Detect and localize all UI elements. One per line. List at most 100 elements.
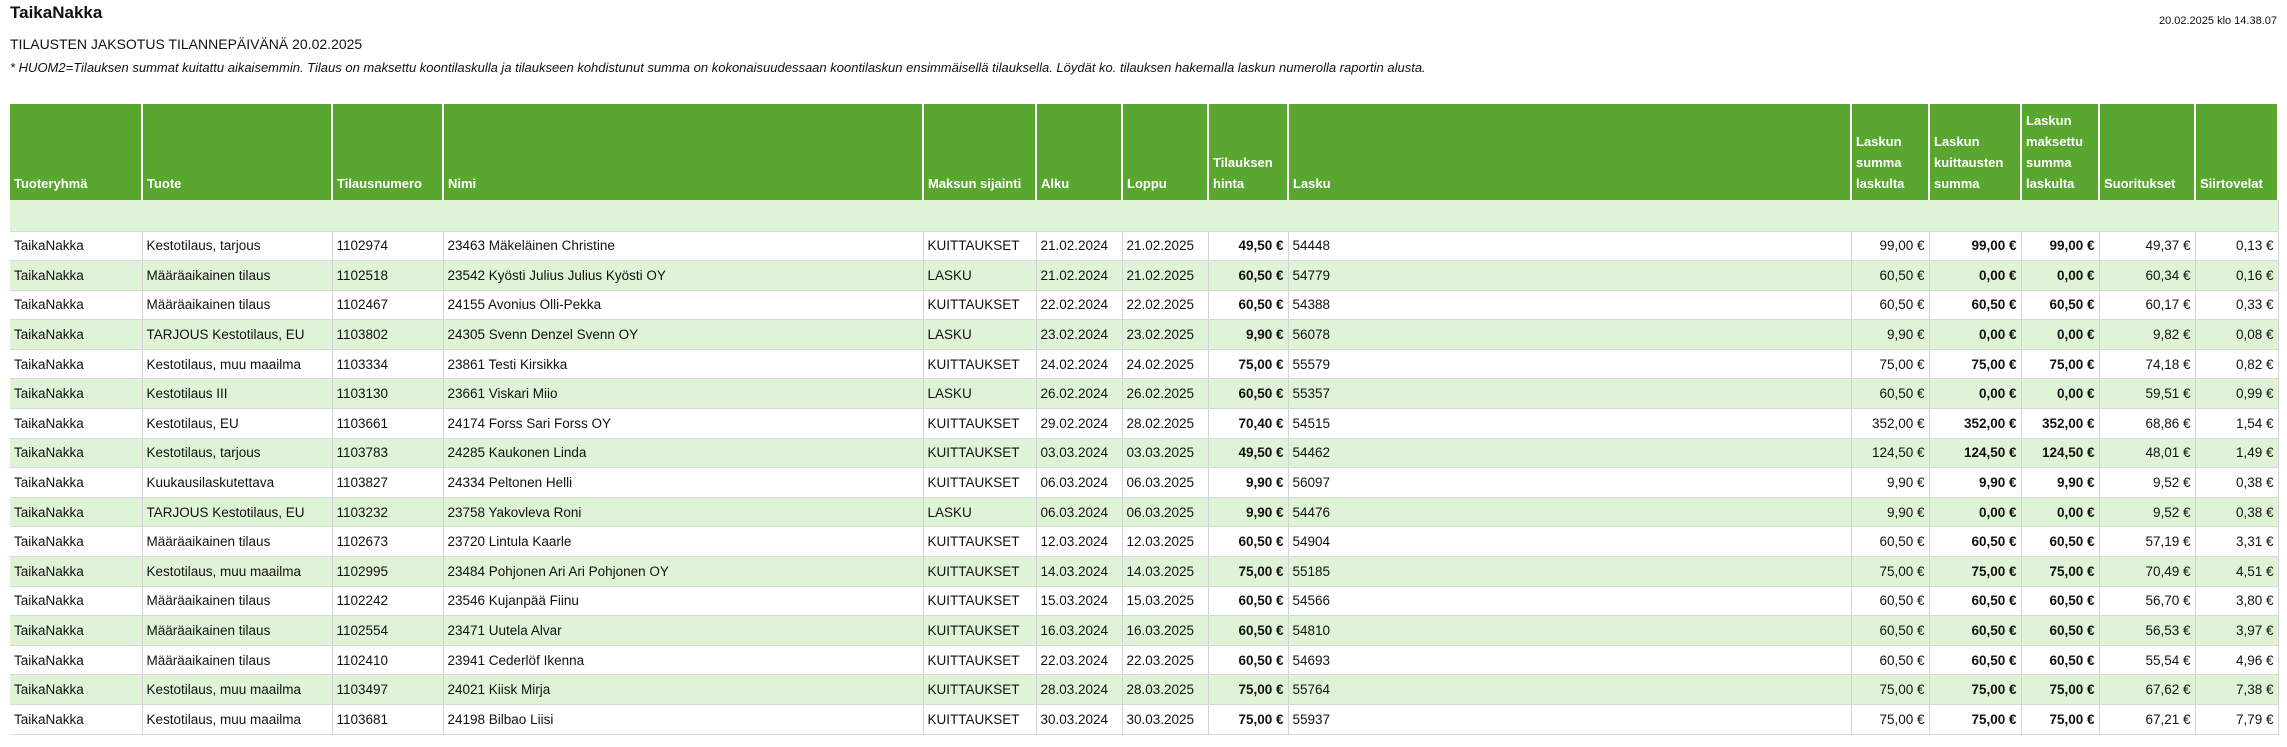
table-cell: Määräaikainen tilaus [142,526,333,558]
table-cell: 60,50 € [1208,260,1289,291]
table-cell: 60,50 € [1851,290,1930,321]
column-header[interactable]: Laskun summa laskulta [1851,104,1930,200]
table-cell: TaikaNakka [10,408,143,439]
table-cell: 9,90 € [1208,467,1289,498]
table-cell: KUITTAUKSET [923,586,1037,617]
table-cell: 9,82 € [2099,319,2196,350]
column-header[interactable]: Lasku [1288,104,1852,200]
table-row[interactable]: TaikaNakka Määräaikainen tilaus 1102410 239… [10,645,2279,676]
table-cell: Määräaikainen tilaus [142,645,333,676]
table-cell: 74,18 € [2099,349,2196,380]
table-cell: 60,50 € [1851,260,1930,291]
table-cell: Määräaikainen tilaus [142,615,333,646]
table-cell: 1,49 € [2195,438,2279,469]
table-cell: LASKU [923,319,1037,350]
table-cell: 1,54 € [2195,408,2279,439]
column-header[interactable]: Siirtovelat [2195,104,2279,200]
table-row[interactable]: TaikaNakka Kestotilaus, EU 1103661 24174 Fo… [10,408,2279,439]
column-header[interactable]: Tuoteryhmä [10,104,143,200]
table-cell: 75,00 € [1851,349,1930,380]
table-cell: Kestotilaus, muu maailma [142,349,333,380]
column-header[interactable]: Tuote [142,104,333,200]
table-cell: 75,00 € [1929,674,2022,705]
table-cell: 60,50 € [1208,615,1289,646]
table-row[interactable]: TaikaNakka Määräaikainen tilaus 1102242 235… [10,586,2279,617]
table-cell: 56,70 € [2099,586,2196,617]
table-cell: 1103827 [332,467,444,498]
table-row[interactable]: TaikaNakka Kestotilaus, muu maailma 110333… [10,349,2279,380]
column-header[interactable]: Suoritukset [2099,104,2196,200]
column-header[interactable]: Maksun sijainti [923,104,1037,200]
table-row[interactable]: TaikaNakka Kestotilaus, muu maailma 110299… [10,556,2279,587]
table-cell: 0,38 € [2195,497,2279,528]
table-cell: 57,19 € [2099,526,2196,558]
table-cell: 60,50 € [1208,586,1289,617]
table-cell: 67,62 € [2099,674,2196,705]
column-header[interactable]: Laskun maksettu summa laskulta [2021,104,2100,200]
table-cell: 54388 [1288,290,1852,321]
table-cell: 24155 Avonius Olli-Pekka [443,290,924,321]
table-cell: 60,50 € [1208,526,1289,558]
table-cell: TaikaNakka [10,438,143,469]
table-cell: 60,50 € [2021,526,2100,558]
table-cell: 26.02.2025 [1122,378,1209,410]
table-cell: 12.03.2024 [1036,526,1123,558]
table-cell: 4,96 € [2195,645,2279,676]
table-cell: 12.03.2025 [1122,526,1209,558]
table-row[interactable]: TaikaNakka Kestotilaus, muu maailma 110368… [10,704,2279,735]
table-row[interactable]: TaikaNakka Määräaikainen tilaus 1102673 237… [10,526,2279,558]
table-cell: 24.02.2024 [1036,349,1123,380]
table-cell: TaikaNakka [10,290,143,321]
table-cell: 9,52 € [2099,497,2196,528]
table-cell: 1102995 [332,556,444,587]
table-cell: 28.03.2024 [1036,674,1123,705]
table-row[interactable]: TaikaNakka Määräaikainen tilaus 1102467 241… [10,290,2279,321]
column-header[interactable]: Tilauksen hinta [1208,104,1289,200]
table-row[interactable]: TaikaNakka TARJOUS Kestotilaus, EU 1103802… [10,319,2279,350]
table-cell: 1103783 [332,438,444,469]
table-row[interactable]: TaikaNakka Kuukausilaskutettava 1103827 243… [10,467,2279,498]
table-cell: 352,00 € [1851,408,1930,439]
table-row[interactable]: TaikaNakka Kestotilaus, tarjous 1102974 234… [10,231,2279,262]
table-row[interactable]: TaikaNakka Määräaikainen tilaus 1102518 235… [10,260,2279,291]
table-cell: KUITTAUKSET [923,290,1037,321]
table-cell: Kestotilaus, muu maailma [142,704,333,735]
table-cell: 22.02.2024 [1036,290,1123,321]
table-cell: KUITTAUKSET [923,645,1037,676]
table-cell: TaikaNakka [10,497,143,528]
table-cell: 7,79 € [2195,704,2279,735]
column-header[interactable]: Alku [1036,104,1123,200]
report-timestamp: 20.02.2025 klo 14.38.07 [2158,15,2277,27]
table-cell: TaikaNakka [10,645,143,676]
column-header[interactable]: Nimi [443,104,924,200]
table-cell: 3,31 € [2195,526,2279,558]
table-cell: 21.02.2025 [1122,231,1209,262]
table-cell: 54462 [1288,438,1852,469]
table-row[interactable]: TaikaNakka Määräaikainen tilaus 1102554 234… [10,615,2279,646]
table-cell: KUITTAUKSET [923,674,1037,705]
column-header[interactable]: Tilausnumero [332,104,444,200]
table-cell: 9,90 € [1851,319,1930,350]
table-cell: 23542 Kyösti Julius Julius Kyösti OY [443,260,924,291]
column-header[interactable]: Loppu [1122,104,1209,200]
table-row[interactable]: TaikaNakka Kestotilaus, tarjous 1103783 242… [10,438,2279,469]
table-cell: KUITTAUKSET [923,704,1037,735]
table-cell: 15.03.2025 [1122,586,1209,617]
table-cell: 60,34 € [2099,260,2196,291]
table-cell: Kestotilaus, tarjous [142,231,333,262]
table-cell: 99,00 € [2021,231,2100,262]
table-row[interactable]: TaikaNakka Kestotilaus, muu maailma 110349… [10,674,2279,705]
table-cell: KUITTAUKSET [923,615,1037,646]
table-cell: 21.02.2025 [1122,260,1209,291]
column-header[interactable]: Laskun kuittausten summa [1929,104,2022,200]
table-cell: LASKU [923,378,1037,410]
table-cell: TaikaNakka [10,704,143,735]
table-cell: 60,50 € [1929,645,2022,676]
table-row[interactable]: TaikaNakka Kestotilaus III 1103130 23661 Vi… [10,378,2279,410]
table-cell: TaikaNakka [10,615,143,646]
table-row[interactable]: TaikaNakka TARJOUS Kestotilaus, EU 1103232… [10,497,2279,528]
table-cell: 23.02.2025 [1122,319,1209,350]
table-cell: 60,50 € [2021,645,2100,676]
table-cell: 23720 Lintula Kaarle [443,526,924,558]
table-cell: 03.03.2025 [1122,438,1209,469]
